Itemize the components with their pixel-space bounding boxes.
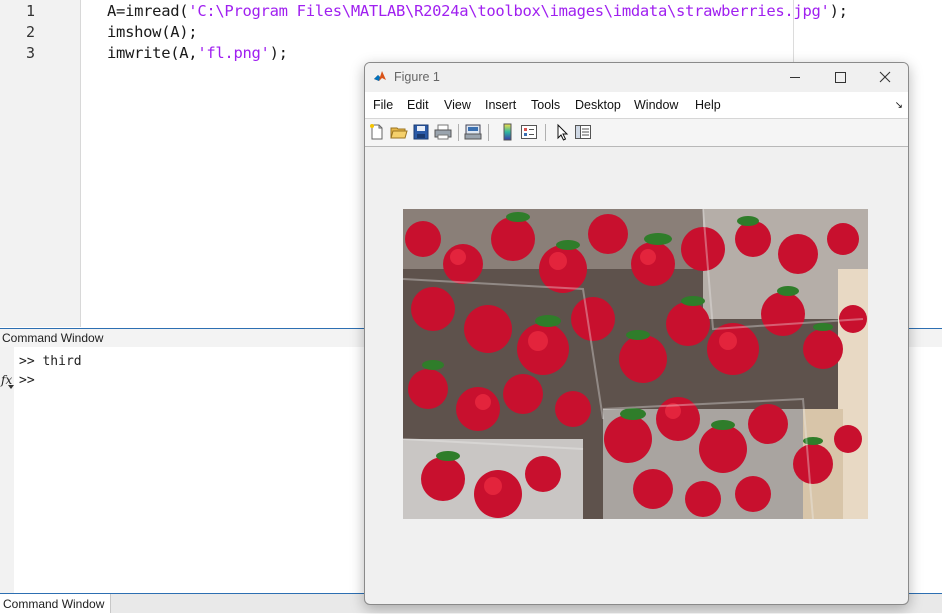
maximize-button[interactable] [817, 63, 863, 92]
matlab-logo-icon [373, 69, 387, 83]
menu-file[interactable]: File [373, 98, 393, 112]
code-line-1[interactable]: A=imread('C:\Program Files\MATLAB\R2024a… [107, 2, 848, 20]
close-button[interactable] [862, 63, 908, 92]
strawberries-image [403, 209, 868, 519]
figure-window[interactable]: Figure 1 File Edit View Insert Tools Des… [364, 62, 909, 605]
code-text: ); [829, 2, 848, 20]
command-prompt[interactable]: >> [19, 373, 35, 388]
code-text: imwrite(A, [107, 44, 198, 62]
close-icon [879, 71, 891, 83]
figure-menubar: File Edit View Insert Tools Desktop Wind… [365, 92, 908, 118]
code-text: imshow(A); [107, 23, 198, 41]
save-icon[interactable] [412, 123, 430, 141]
code-line-2[interactable]: imshow(A); [107, 23, 198, 41]
line-number-2: 2 [25, 23, 35, 41]
figure-title: Figure 1 [394, 70, 440, 84]
toolbar-separator [458, 124, 459, 141]
figure-titlebar[interactable]: Figure 1 [365, 63, 908, 92]
menu-view[interactable]: View [444, 98, 471, 112]
minimize-button[interactable] [771, 63, 817, 92]
code-text: ); [269, 44, 288, 62]
print-preview-icon[interactable] [464, 123, 482, 141]
edit-plot-icon[interactable] [553, 123, 571, 141]
maximize-icon [835, 72, 846, 83]
new-figure-icon[interactable] [368, 123, 386, 141]
line-number-3: 3 [25, 44, 35, 62]
menu-insert[interactable]: Insert [485, 98, 516, 112]
menu-tools[interactable]: Tools [531, 98, 560, 112]
legend-icon[interactable] [520, 123, 538, 141]
string-literal: 'fl.png' [197, 44, 270, 62]
minimize-icon [790, 77, 800, 78]
command-window-title: Command Window [2, 331, 104, 345]
colorbar-icon[interactable] [498, 123, 516, 141]
menu-edit[interactable]: Edit [407, 98, 429, 112]
toolbar-separator [488, 124, 489, 141]
menu-window[interactable]: Window [634, 98, 678, 112]
property-inspector-icon[interactable] [574, 123, 592, 141]
menu-help[interactable]: Help [695, 98, 721, 112]
open-file-icon[interactable] [390, 123, 408, 141]
dock-arrow-icon[interactable]: ↘ [895, 100, 903, 111]
code-text: A=imread( [107, 2, 189, 20]
print-icon[interactable] [434, 123, 452, 141]
chevron-down-icon [8, 385, 14, 389]
tab-command-window[interactable]: Command Window [0, 594, 112, 613]
menu-desktop[interactable]: Desktop [575, 98, 621, 112]
figure-toolbar [365, 118, 908, 147]
string-literal: 'C:\Program Files\MATLAB\R2024a\toolbox\… [188, 2, 830, 20]
toolbar-separator [545, 124, 546, 141]
command-history-line: >> third [19, 354, 82, 369]
code-line-3[interactable]: imwrite(A,'fl.png'); [107, 44, 288, 62]
line-number-1: 1 [25, 2, 35, 20]
